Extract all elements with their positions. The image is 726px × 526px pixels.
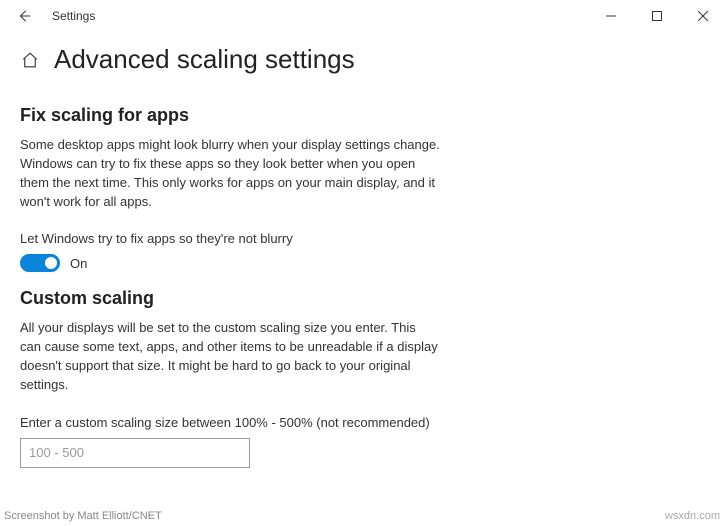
close-button[interactable]	[680, 0, 726, 32]
back-button[interactable]	[8, 0, 40, 32]
custom-scaling-input[interactable]	[20, 438, 250, 468]
page-header: Advanced scaling settings	[0, 32, 726, 83]
custom-scaling-heading: Custom scaling	[20, 288, 440, 309]
fix-scaling-description: Some desktop apps might look blurry when…	[20, 136, 440, 211]
toggle-state-text: On	[70, 256, 87, 271]
close-icon	[698, 11, 708, 21]
minimize-icon	[606, 11, 616, 21]
minimize-button[interactable]	[588, 0, 634, 32]
custom-scaling-input-label: Enter a custom scaling size between 100%…	[20, 415, 440, 430]
home-button[interactable]	[20, 50, 40, 70]
toggle-knob	[45, 257, 57, 269]
watermark: wsxdn.com	[665, 510, 720, 522]
page-title: Advanced scaling settings	[54, 44, 355, 75]
fix-scaling-toggle[interactable]	[20, 254, 60, 272]
home-icon	[21, 51, 39, 69]
fix-scaling-heading: Fix scaling for apps	[20, 105, 440, 126]
titlebar: Settings	[0, 0, 726, 32]
screenshot-credit: Screenshot by Matt Elliott/CNET	[4, 510, 162, 522]
maximize-icon	[652, 11, 662, 21]
toggle-row: On	[20, 254, 440, 272]
content-area: Fix scaling for apps Some desktop apps m…	[0, 83, 460, 468]
window-controls	[588, 0, 726, 32]
app-title: Settings	[52, 9, 95, 23]
maximize-button[interactable]	[634, 0, 680, 32]
custom-scaling-description: All your displays will be set to the cus…	[20, 319, 440, 394]
back-arrow-icon	[17, 9, 31, 23]
toggle-label: Let Windows try to fix apps so they're n…	[20, 231, 440, 246]
